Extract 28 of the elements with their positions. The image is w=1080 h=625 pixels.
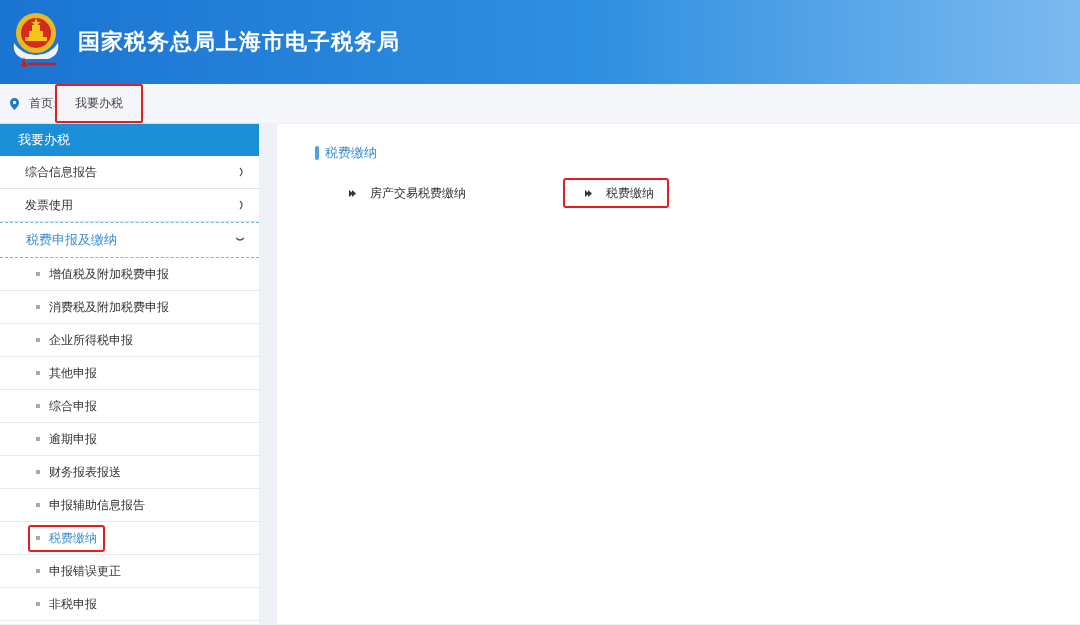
sidebar-subitem[interactable]: 申报错误更正: [28, 557, 129, 585]
service-link[interactable]: 房产交易税费缴纳: [333, 178, 563, 208]
sidebar-subitem[interactable]: 增值税及附加税费申报: [28, 260, 177, 288]
chevron-down-icon: [235, 237, 245, 243]
sidebar-title: 我要办税: [0, 124, 259, 156]
sidebar-subitem[interactable]: 申报辅助信息报告: [28, 491, 153, 519]
double-arrow-icon: [585, 189, 592, 197]
service-link[interactable]: 税费缴纳: [563, 178, 669, 208]
sidebar-group[interactable]: 发票使用: [0, 189, 259, 222]
separator-icon: [53, 100, 57, 107]
sidebar-subitem[interactable]: 企业所得税申报: [28, 326, 141, 354]
sidebar-group[interactable]: 税费申报及缴纳: [0, 222, 259, 258]
section-marker-icon: [315, 146, 319, 160]
sidebar-group[interactable]: 综合信息报告: [0, 156, 259, 189]
sidebar-subitem[interactable]: 逾期申报: [28, 425, 105, 453]
chevron-right-icon: [239, 167, 245, 177]
sidebar-subitem[interactable]: 综合申报: [28, 392, 105, 420]
sidebar-subitem[interactable]: 消费税及附加税费申报: [28, 293, 177, 321]
sidebar-subitem[interactable]: 其他申报: [28, 359, 105, 387]
sidebar-subitem[interactable]: 非税申报: [28, 590, 105, 618]
sidebar-subitem[interactable]: 财务报表报送: [28, 458, 129, 486]
location-pin-icon: [10, 97, 19, 110]
sidebar-subitem[interactable]: 税费缴纳: [28, 524, 105, 552]
double-arrow-icon: [349, 189, 356, 197]
breadcrumb-link[interactable]: 我要办税: [55, 84, 143, 123]
site-title: 国家税务总局上海市电子税务局: [78, 28, 400, 56]
chevron-right-icon: [239, 200, 245, 210]
section-title: 税费缴纳: [325, 144, 377, 162]
